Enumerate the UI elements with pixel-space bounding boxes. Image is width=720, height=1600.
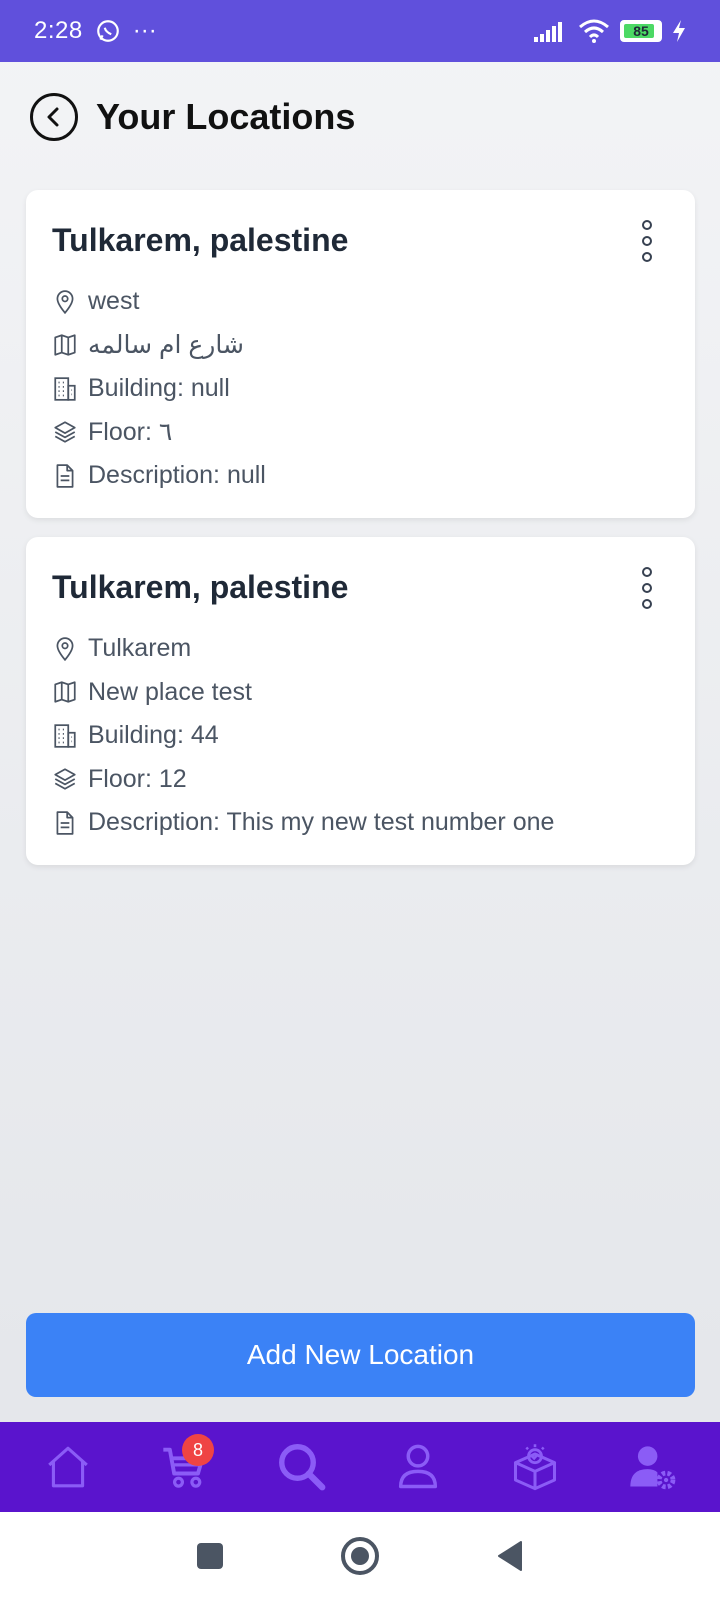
location-floor-row: Floor: 12 — [52, 758, 669, 802]
location-street: شارع ام سالمه — [88, 331, 244, 360]
nav-search[interactable] — [267, 1432, 337, 1502]
chevron-left-icon — [47, 107, 59, 127]
charging-icon — [673, 20, 685, 42]
dot-icon — [642, 236, 652, 246]
signal-icon — [534, 22, 562, 42]
location-street-row: New place test — [52, 671, 669, 715]
dot-icon — [642, 567, 652, 577]
location-details: Tulkarem New place test Building: 44 Flo… — [52, 627, 669, 845]
status-right: 85 — [534, 19, 686, 43]
nav-profile[interactable] — [383, 1432, 453, 1502]
home-system-button[interactable] — [335, 1531, 385, 1581]
home-icon — [48, 1446, 89, 1488]
more-options-button[interactable] — [635, 567, 659, 609]
location-floor-row: Floor: ٦ — [52, 411, 669, 455]
bottom-nav: 8 — [0, 1422, 720, 1512]
location-description: Description: This my new test number one — [88, 808, 555, 837]
location-title: Tulkarem, palestine — [52, 222, 349, 258]
dot-icon — [642, 599, 652, 609]
map-icon — [54, 681, 76, 703]
battery-level: 85 — [633, 23, 649, 39]
location-area-row: Tulkarem — [52, 627, 669, 671]
triangle-back-icon — [498, 1541, 522, 1571]
nav-home[interactable] — [33, 1432, 103, 1502]
cart-count-badge: 8 — [181, 1434, 214, 1466]
user-settings-icon — [629, 1446, 676, 1490]
more-notifications-icon: ··· — [132, 17, 157, 44]
square-icon — [197, 1543, 223, 1569]
wifi-icon — [579, 19, 609, 43]
location-card[interactable]: Tulkarem, palestine Tulkarem New place t… — [26, 537, 695, 865]
location-area: Tulkarem — [88, 634, 192, 663]
location-description-row: Description: null — [52, 454, 669, 498]
building-icon — [54, 377, 76, 401]
recent-apps-button[interactable] — [185, 1531, 235, 1581]
layers-icon — [54, 768, 76, 790]
location-description: Description: null — [88, 461, 266, 490]
map-pin-icon — [56, 290, 74, 314]
location-building: Building: 44 — [88, 721, 219, 750]
location-floor: Floor: 12 — [88, 764, 187, 793]
dot-icon — [642, 220, 652, 230]
location-details: west شارع ام سالمه Building: null Floor:… — [52, 280, 669, 498]
nav-orders[interactable] — [500, 1432, 570, 1502]
more-options-button[interactable] — [635, 220, 659, 262]
status-time: 2:28 — [34, 17, 83, 44]
package-check-icon — [513, 1444, 556, 1491]
location-title: Tulkarem, palestine — [52, 569, 349, 605]
layers-icon — [54, 421, 76, 443]
nav-cart[interactable]: 8 — [150, 1432, 220, 1502]
location-area: west — [88, 287, 140, 316]
location-building-row: Building: null — [52, 367, 669, 411]
status-left: 2:28 ··· — [34, 17, 157, 45]
system-nav-bar — [0, 1512, 720, 1600]
back-system-button[interactable] — [485, 1531, 535, 1581]
user-icon — [399, 1444, 438, 1489]
location-building-row: Building: 44 — [52, 714, 669, 758]
building-icon — [54, 724, 76, 748]
dot-icon — [642, 583, 652, 593]
location-floor: Floor: ٦ — [88, 418, 173, 447]
page-title: Your Locations — [96, 96, 356, 137]
map-icon — [54, 334, 76, 356]
status-bar: 2:28 ··· 85 — [0, 0, 720, 62]
add-new-location-button[interactable]: Add New Location — [26, 1313, 695, 1397]
nav-account-settings[interactable] — [617, 1432, 687, 1502]
location-street-row: شارع ام سالمه — [52, 324, 669, 368]
location-card[interactable]: Tulkarem, palestine west شارع ام سالمه B… — [26, 190, 695, 518]
whatsapp-icon — [96, 20, 119, 42]
search-icon — [278, 1444, 326, 1491]
back-button[interactable] — [30, 93, 78, 141]
document-icon — [56, 811, 74, 835]
map-pin-icon — [56, 637, 74, 661]
location-description-row: Description: This my new test number one — [52, 801, 669, 845]
battery-icon: 85 — [620, 20, 662, 42]
location-area-row: west — [52, 280, 669, 324]
location-building: Building: null — [88, 374, 230, 403]
dot-icon — [642, 252, 652, 262]
location-street: New place test — [88, 677, 252, 706]
circle-icon — [341, 1537, 379, 1575]
header: Your Locations — [30, 90, 355, 144]
document-icon — [56, 464, 74, 488]
